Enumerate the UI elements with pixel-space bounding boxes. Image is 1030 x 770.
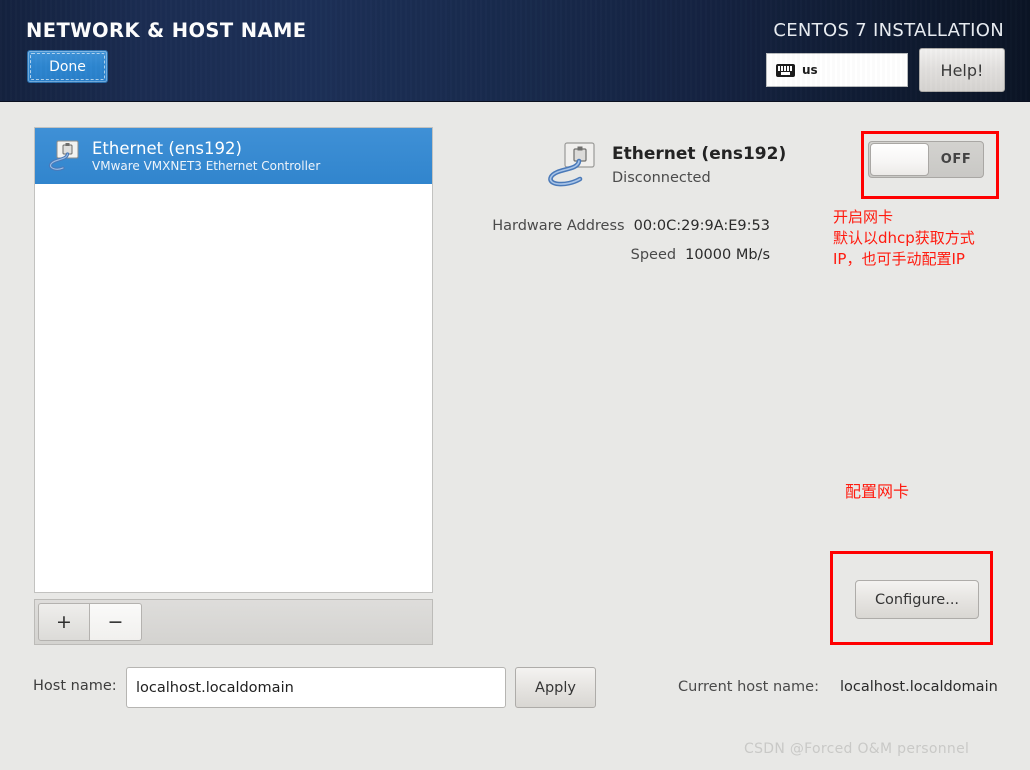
done-button[interactable]: Done xyxy=(27,50,108,83)
host-name-label: Host name: xyxy=(33,678,117,694)
hardware-address-label: Hardware Address xyxy=(492,218,625,234)
network-wall-jack-icon xyxy=(546,138,600,192)
installer-header: NETWORK & HOST NAME Done CENTOS 7 INSTAL… xyxy=(0,0,1030,102)
host-name-input[interactable] xyxy=(126,667,506,708)
device-list-panel: Ethernet (ens192) VMware VMXNET3 Etherne… xyxy=(34,127,433,645)
list-item[interactable]: Ethernet (ens192) VMware VMXNET3 Etherne… xyxy=(35,128,432,184)
add-device-button[interactable]: + xyxy=(38,603,90,641)
product-title: CENTOS 7 INSTALLATION xyxy=(773,20,1004,41)
info-row-hardware-address: Hardware Address 00:0C:29:9A:E9:53 xyxy=(440,218,770,234)
apply-button[interactable]: Apply xyxy=(515,667,596,708)
watermark: CSDN @Forced O&M personnel xyxy=(744,741,970,757)
device-name: Ethernet (ens192) xyxy=(92,139,242,158)
keyboard-layout-indicator[interactable]: us xyxy=(766,53,908,87)
toggle-state-label: OFF xyxy=(940,152,972,167)
device-connection-status: Disconnected xyxy=(612,170,711,186)
remove-device-label: − xyxy=(107,611,124,633)
help-button-label: Help! xyxy=(940,60,984,80)
current-host-name-value: localhost.localdomain xyxy=(840,679,998,695)
current-host-name-label: Current host name: xyxy=(678,679,819,695)
annotation-configure-note: 配置网卡 xyxy=(845,482,910,501)
add-device-label: + xyxy=(56,611,72,633)
apply-button-label: Apply xyxy=(535,679,576,696)
keyboard-icon xyxy=(776,63,795,77)
hardware-address-value: 00:0C:29:9A:E9:53 xyxy=(633,218,770,234)
device-info-grid: Hardware Address 00:0C:29:9A:E9:53 Speed… xyxy=(440,218,770,276)
configure-button-label: Configure... xyxy=(874,591,960,608)
speed-value: 10000 Mb/s xyxy=(685,247,770,263)
keyboard-layout-label: us xyxy=(802,63,818,77)
remove-device-button[interactable]: − xyxy=(90,603,142,641)
info-row-speed: Speed 10000 Mb/s xyxy=(440,247,770,263)
device-description: VMware VMXNET3 Ethernet Controller xyxy=(92,159,321,173)
network-wall-jack-icon xyxy=(44,137,82,175)
annotation-toggle-note: 开启网卡 默认以dhcp获取方式 IP，也可手动配置IP xyxy=(833,208,975,268)
help-button[interactable]: Help! xyxy=(919,48,1005,92)
device-detail-name: Ethernet (ens192) xyxy=(612,144,787,164)
network-enable-toggle[interactable]: OFF xyxy=(868,141,984,178)
list-item-text: Ethernet (ens192) VMware VMXNET3 Etherne… xyxy=(92,139,320,173)
device-list[interactable]: Ethernet (ens192) VMware VMXNET3 Etherne… xyxy=(34,127,433,593)
configure-button[interactable]: Configure... xyxy=(855,580,979,619)
device-list-toolbar: + − xyxy=(34,599,433,645)
done-button-label: Done xyxy=(49,58,86,75)
speed-label: Speed xyxy=(630,247,677,263)
device-detail-header: Ethernet (ens192) Disconnected xyxy=(546,138,786,192)
page-title: NETWORK & HOST NAME xyxy=(26,19,307,42)
device-detail-text: Ethernet (ens192) Disconnected xyxy=(612,138,786,186)
toggle-knob xyxy=(870,143,929,176)
